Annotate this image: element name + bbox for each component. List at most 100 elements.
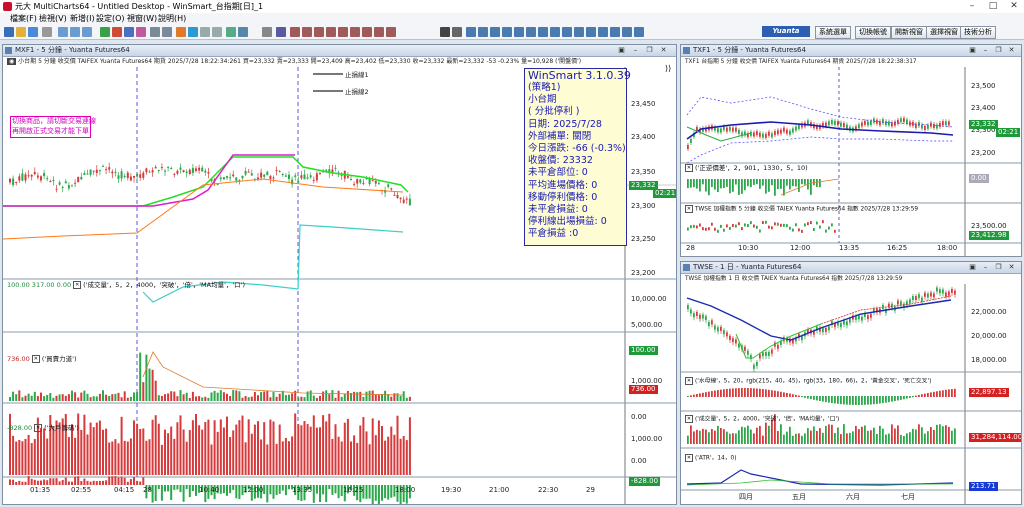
candle-body xyxy=(885,121,887,126)
bar-style-icon[interactable] xyxy=(200,27,210,37)
candle-body xyxy=(61,186,64,188)
crosshair-icon[interactable] xyxy=(452,27,462,37)
select-window-button[interactable]: 選擇視窗 xyxy=(926,26,962,39)
window-close-icon[interactable]: ✕ xyxy=(1007,46,1016,55)
close-indicator-icon[interactable]: ✕ xyxy=(34,424,43,432)
ruler-icon[interactable] xyxy=(586,27,596,37)
maximize-icon[interactable]: □ xyxy=(983,0,1003,13)
window-restore-icon[interactable]: ❐ xyxy=(994,46,1003,55)
select-arrow-icon[interactable] xyxy=(440,27,450,37)
candle-style-icon[interactable] xyxy=(212,27,222,37)
sub-candle xyxy=(720,224,722,228)
rectangle-icon[interactable] xyxy=(362,27,372,37)
chart-icon[interactable] xyxy=(100,27,110,37)
menu-window[interactable]: 視窗(W) xyxy=(127,14,157,24)
trade-icon[interactable] xyxy=(188,27,198,37)
cross-icon[interactable] xyxy=(276,27,286,37)
ray-tool-icon[interactable] xyxy=(478,27,488,37)
jellyfish-bar xyxy=(747,388,749,397)
close-icon[interactable]: ✕ xyxy=(1004,0,1024,13)
label-icon[interactable] xyxy=(622,27,632,37)
technical-analysis-button[interactable]: 技術分析 xyxy=(960,26,996,39)
close-indicator-icon[interactable]: ✕ xyxy=(31,355,40,363)
alert-icon[interactable] xyxy=(176,27,186,37)
close-indicator-icon[interactable]: ✕ xyxy=(685,164,693,172)
save-icon[interactable] xyxy=(28,27,38,37)
candle-body xyxy=(918,294,920,299)
mxf-symbol-badge[interactable]: ◉ xyxy=(7,58,17,65)
window-minimize-icon[interactable]: – xyxy=(981,46,990,55)
indicator-icon[interactable] xyxy=(150,27,160,37)
window-menu-icon[interactable]: ▣ xyxy=(617,46,626,55)
hline-icon[interactable] xyxy=(302,27,312,37)
pressure-bar xyxy=(179,415,182,475)
window-menu-icon[interactable]: ▣ xyxy=(968,263,977,272)
window-minimize-icon[interactable]: – xyxy=(631,46,640,55)
zoom-icon[interactable] xyxy=(226,27,236,37)
close-indicator-icon[interactable]: ✕ xyxy=(685,454,693,462)
close-indicator-icon[interactable]: ✕ xyxy=(73,281,82,289)
note-icon[interactable] xyxy=(598,27,608,37)
volume-bar xyxy=(297,397,300,401)
basis-bar xyxy=(771,179,773,186)
close-indicator-icon[interactable]: ✕ xyxy=(685,415,693,423)
window-restore-icon[interactable]: ❐ xyxy=(645,46,654,55)
print-icon[interactable] xyxy=(42,27,52,37)
pointer-icon[interactable] xyxy=(262,27,272,37)
fib-tool-icon[interactable] xyxy=(514,27,524,37)
channel-icon[interactable] xyxy=(326,27,336,37)
speed-icon[interactable] xyxy=(562,27,572,37)
twse-volume-bar xyxy=(777,430,779,444)
fibonacci-icon[interactable] xyxy=(338,27,348,37)
vline-icon[interactable] xyxy=(314,27,324,37)
pitchfork-icon[interactable] xyxy=(550,27,560,37)
regression-icon[interactable] xyxy=(574,27,584,37)
close-indicator-icon[interactable]: ✕ xyxy=(685,205,693,213)
delete-drawing-icon[interactable] xyxy=(634,27,644,37)
switch-account-button[interactable]: 切換帳號 xyxy=(855,26,891,39)
system-menu-button[interactable]: 系統選單 xyxy=(815,26,851,39)
window-close-icon[interactable]: ✕ xyxy=(1007,263,1016,272)
strategy-icon[interactable] xyxy=(162,27,172,37)
candle-body xyxy=(774,131,776,136)
text-icon[interactable] xyxy=(350,27,360,37)
line-tool-icon[interactable] xyxy=(466,27,476,37)
window-menu-icon[interactable]: ▣ xyxy=(968,46,977,55)
twse-volume-bar xyxy=(699,430,701,444)
window-close-icon[interactable]: ✕ xyxy=(659,46,668,55)
close-indicator-icon[interactable]: ✕ xyxy=(685,377,693,385)
gann-icon[interactable] xyxy=(526,27,536,37)
scanner-icon[interactable] xyxy=(136,27,146,37)
paste-icon[interactable] xyxy=(82,27,92,37)
menu-file[interactable]: 檔案(F) xyxy=(10,14,37,24)
minimize-icon[interactable]: – xyxy=(962,0,982,13)
sub-candle xyxy=(705,227,707,231)
quote-icon[interactable] xyxy=(112,27,122,37)
dom-icon[interactable] xyxy=(124,27,134,37)
ext-line-icon[interactable] xyxy=(490,27,500,37)
copy-icon[interactable] xyxy=(70,27,80,37)
new-chart-icon[interactable] xyxy=(4,27,14,37)
volume-bar xyxy=(55,395,58,401)
draw-dropdown-icon[interactable] xyxy=(238,27,248,37)
txf-chart-canvas[interactable] xyxy=(681,67,1021,257)
parallel-icon[interactable] xyxy=(502,27,512,37)
price-label: 23,450 xyxy=(631,100,656,108)
open-icon[interactable] xyxy=(16,27,26,37)
candle-body xyxy=(315,173,318,181)
menu-settings[interactable]: 設定(O) xyxy=(96,14,125,24)
arrow-icon[interactable] xyxy=(386,27,396,37)
menu-view[interactable]: 檢視(V) xyxy=(39,14,67,24)
trendline-icon[interactable] xyxy=(290,27,300,37)
twse-volume-bar xyxy=(885,434,887,444)
cut-icon[interactable] xyxy=(58,27,68,37)
cycle-icon[interactable] xyxy=(538,27,548,37)
window-minimize-icon[interactable]: – xyxy=(981,263,990,272)
new-window-button[interactable]: 開新視窗 xyxy=(891,26,927,39)
ellipse-icon[interactable] xyxy=(374,27,384,37)
volume-title: ('成交量'，5，2，4000，'突破'，'倍'，'MA均量'，'口') xyxy=(83,281,245,289)
menu-insert[interactable]: 新增(I) xyxy=(70,14,95,24)
shape-icon[interactable] xyxy=(610,27,620,37)
window-restore-icon[interactable]: ❐ xyxy=(994,263,1003,272)
menu-help[interactable]: 說明(H) xyxy=(158,14,186,24)
